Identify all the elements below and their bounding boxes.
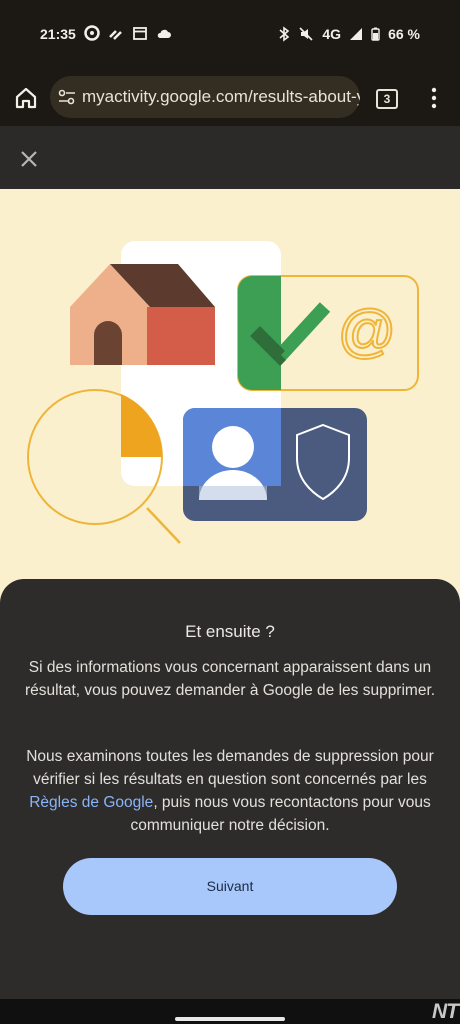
browser-toolbar: myactivity.google.com/results-about-you …: [0, 64, 460, 126]
close-icon[interactable]: [18, 148, 40, 170]
cloud-icon: [157, 29, 171, 38]
more-options-icon[interactable]: [428, 86, 440, 110]
review-paragraph: Nous examinons toutes les demandes de su…: [20, 745, 440, 837]
next-button[interactable]: Suivant: [63, 858, 397, 915]
notification-icons: [84, 25, 172, 41]
gesture-handle[interactable]: [175, 1017, 285, 1021]
review-text-start: Nous examinons toutes les demandes de su…: [26, 748, 434, 788]
person-icon: [212, 426, 254, 468]
tools-icon: [109, 30, 122, 40]
bottom-sheet: Et ensuite ? Si des informations vous co…: [0, 579, 460, 999]
network-type: 4G: [322, 26, 342, 42]
dialog-header: [0, 126, 460, 189]
address-bar[interactable]: myactivity.google.com/results-about-you: [50, 76, 360, 118]
bluetooth-icon: [279, 26, 290, 42]
at-icon: @: [338, 299, 397, 364]
battery-icon: [371, 27, 380, 41]
home-icon[interactable]: [12, 84, 40, 112]
privacy-illustration: @: [27, 241, 419, 544]
app-notification-icon: [84, 25, 100, 41]
system-indicators: 4G 66 %: [278, 26, 420, 42]
battery-percent: 66 %: [388, 26, 420, 42]
google-policies-link[interactable]: Règles de Google: [29, 794, 153, 811]
info-paragraph: Si des informations vous concernant appa…: [24, 659, 436, 699]
mute-icon: [299, 27, 313, 41]
signal-icon: [350, 28, 363, 40]
status-bar: 21:35 4G 66 %: [0, 0, 460, 64]
watermark-logo: NT: [432, 1000, 459, 1023]
sheet-title: Et ensuite ?: [185, 622, 275, 641]
navigation-bar: NT: [0, 999, 460, 1024]
hero-illustration: @: [0, 189, 460, 609]
site-settings-icon[interactable]: [58, 89, 76, 105]
tab-switcher-button[interactable]: 3: [376, 89, 398, 109]
calendar-icon: [133, 27, 147, 40]
status-time: 21:35: [40, 26, 76, 42]
url-text[interactable]: myactivity.google.com/results-about-you: [82, 87, 360, 107]
review-text-end: , puis nous vous recontactons pour vous …: [130, 794, 431, 834]
